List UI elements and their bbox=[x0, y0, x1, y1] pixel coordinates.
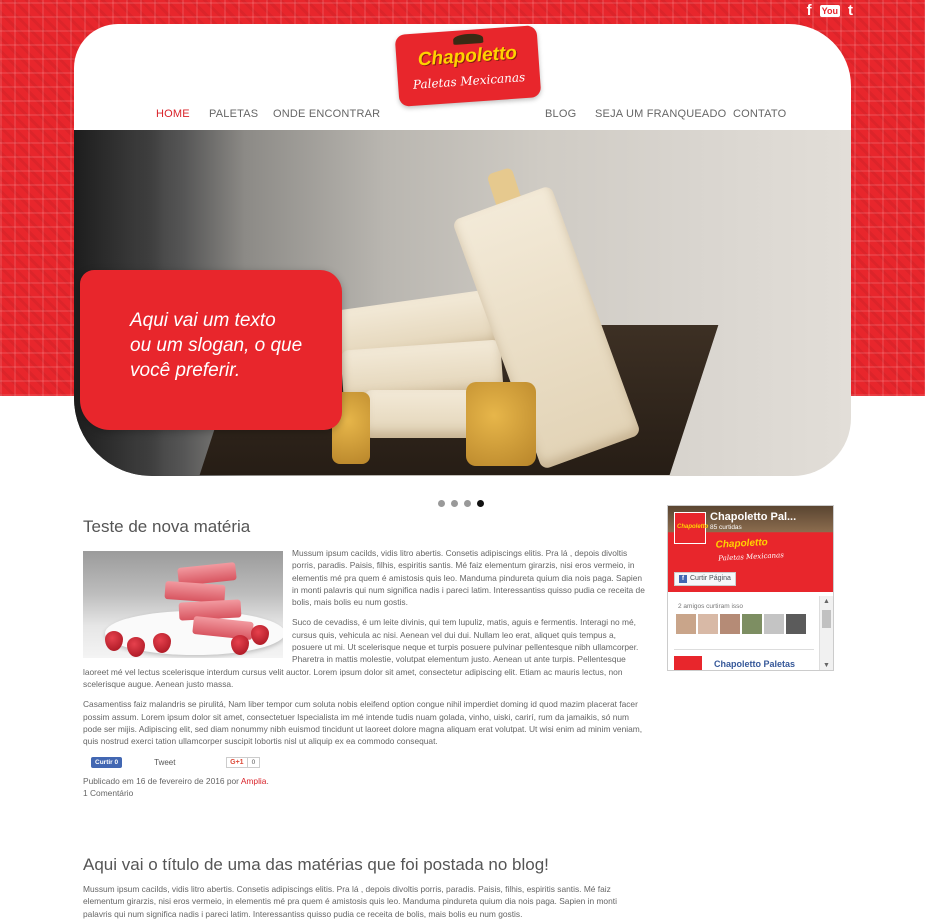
friend-avatar[interactable] bbox=[698, 614, 718, 634]
slider-dot[interactable] bbox=[451, 500, 458, 507]
strawberry bbox=[231, 635, 249, 655]
twitter-icon[interactable]: t bbox=[848, 3, 853, 19]
facebook-page-widget[interactable]: Chapoletto Chapoletto Pal... 85 curtidas… bbox=[667, 505, 834, 671]
facebook-scrollbar[interactable]: ▲ ▼ bbox=[819, 596, 833, 670]
youtube-icon[interactable]: You bbox=[819, 5, 840, 17]
social-links: f You t bbox=[807, 3, 853, 19]
facebook-like-page-button[interactable]: f Curtir Página bbox=[674, 572, 736, 586]
blog-post: Teste de nova matéria Mussum ipsum cacil… bbox=[83, 517, 648, 799]
nav-blog[interactable]: BLOG bbox=[545, 108, 576, 120]
hero-slogan-line: você preferir. bbox=[130, 360, 241, 381]
hero-slogan-box: Aqui vai um texto ou um slogan, o que vo… bbox=[80, 270, 342, 430]
cover-brand: Chapoletto bbox=[715, 537, 769, 551]
cover-subtitle: Paletas Mexicanas bbox=[718, 551, 785, 563]
facebook-likes-count: 85 curtidas bbox=[710, 524, 742, 531]
strawberry bbox=[127, 637, 145, 657]
nav-seja-franqueado[interactable]: SEJA UM FRANQUEADO bbox=[595, 108, 726, 120]
sombrero-icon bbox=[452, 32, 484, 45]
friend-avatar[interactable] bbox=[720, 614, 740, 634]
post-date-end: . bbox=[266, 776, 269, 787]
facebook-friends-text: 2 amigos curtiram isso bbox=[678, 603, 744, 610]
facebook-friend-faces bbox=[676, 614, 806, 634]
peanut-piece bbox=[466, 382, 536, 466]
facebook-page-name[interactable]: Chapoletto Pal... bbox=[710, 511, 796, 523]
slider-dot[interactable] bbox=[464, 500, 471, 507]
post-page-name[interactable]: Chapoletto Paletas bbox=[714, 659, 795, 669]
avatar-brand: Chapoletto bbox=[677, 524, 709, 530]
nav-paletas[interactable]: PALETAS bbox=[209, 108, 258, 120]
post-title[interactable]: Aqui vai o título de uma das matérias qu… bbox=[83, 855, 648, 875]
strawberry bbox=[105, 631, 123, 651]
facebook-like-button[interactable]: Curtir 0 bbox=[91, 756, 123, 768]
facebook-icon[interactable]: f bbox=[807, 3, 812, 19]
friend-avatar[interactable] bbox=[786, 614, 806, 634]
post-date: Publicado em 16 de fevereiro de 2016 por bbox=[83, 776, 241, 787]
post-author-link[interactable]: Amplia bbox=[241, 776, 267, 786]
friend-avatar[interactable] bbox=[676, 614, 696, 634]
post-avatar[interactable] bbox=[674, 656, 702, 670]
facebook-icon: f bbox=[679, 575, 687, 583]
scroll-thumb[interactable] bbox=[822, 610, 831, 628]
logo-brand: Chapoletto bbox=[417, 42, 518, 71]
facebook-cover: Chapoletto Chapoletto Pal... 85 curtidas… bbox=[668, 506, 833, 592]
post-paragraph: Casamentiss faiz malandris se pirulitá, … bbox=[83, 699, 643, 747]
share-bar: Curtir 0 Tweet G+1 0 bbox=[91, 755, 648, 769]
hero-slider[interactable]: Aqui vai um texto ou um slogan, o que vo… bbox=[74, 130, 851, 476]
site-logo[interactable]: Chapoletto Paletas Mexicanas bbox=[394, 25, 542, 107]
facebook-post: Chapoletto Paletas bbox=[674, 649, 814, 670]
slider-dot-active[interactable] bbox=[477, 500, 484, 507]
friend-avatar[interactable] bbox=[742, 614, 762, 634]
gplus-icon: G+1 bbox=[226, 756, 248, 768]
hero-slogan-line: ou um slogan, o que bbox=[130, 335, 303, 356]
friend-avatar[interactable] bbox=[764, 614, 784, 634]
post-title[interactable]: Teste de nova matéria bbox=[83, 517, 648, 537]
scroll-up-icon[interactable]: ▲ bbox=[823, 598, 830, 605]
facebook-cover-logo: Chapoletto Paletas Mexicanas bbox=[711, 534, 787, 570]
nav-contato[interactable]: CONTATO bbox=[733, 108, 786, 120]
gplus-button[interactable]: G+1 0 bbox=[226, 756, 261, 768]
slider-dot[interactable] bbox=[438, 500, 445, 507]
facebook-page-avatar[interactable]: Chapoletto bbox=[674, 512, 709, 544]
hero-slogan-line: Aqui vai um texto bbox=[130, 310, 276, 331]
nav-onde-encontrar[interactable]: ONDE ENCONTRAR bbox=[273, 108, 380, 120]
post-comments-link[interactable]: 1 Comentário bbox=[83, 788, 133, 798]
post-meta: Publicado em 16 de fevereiro de 2016 por… bbox=[83, 775, 648, 799]
post-paragraph: Mussum ipsum cacilds, vidis litro aberti… bbox=[83, 884, 617, 919]
gplus-count: 0 bbox=[247, 756, 261, 768]
blog-post: Aqui vai o título de uma das matérias qu… bbox=[83, 855, 648, 920]
logo-subtitle: Paletas Mexicanas bbox=[412, 70, 526, 92]
tweet-button[interactable]: Tweet bbox=[154, 758, 218, 767]
post-thumbnail[interactable] bbox=[83, 551, 283, 658]
slider-dots bbox=[438, 500, 484, 507]
nav-home[interactable]: HOME bbox=[156, 108, 190, 120]
scroll-down-icon[interactable]: ▼ bbox=[823, 662, 830, 669]
like-page-label: Curtir Página bbox=[690, 575, 731, 582]
